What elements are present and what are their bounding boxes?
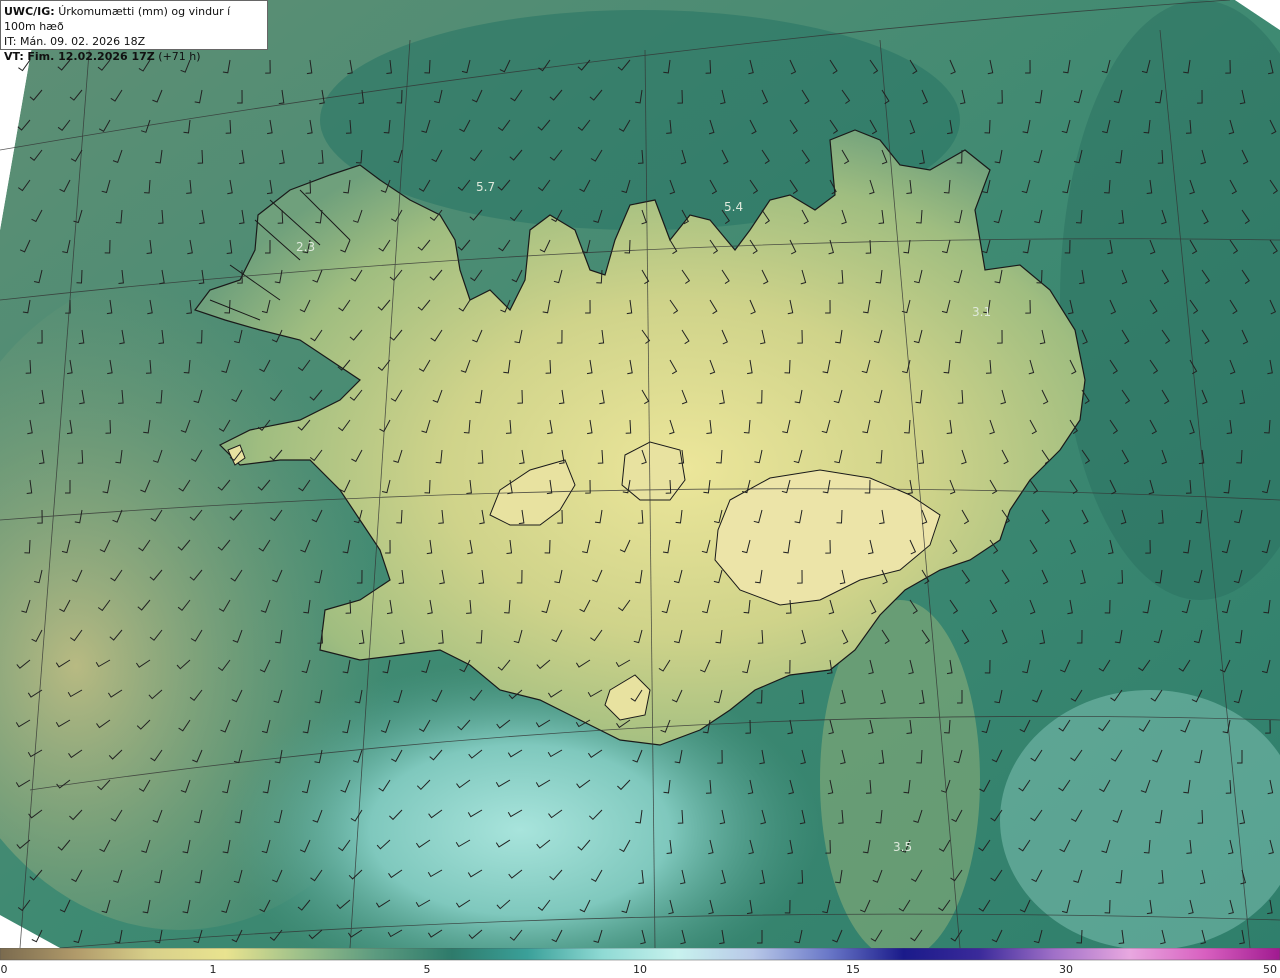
map-info-box: UWC/IG: Úrkomumætti (mm) og vindur í 100… [0,0,268,63]
title-line: UWC/IG: Úrkomumætti (mm) og vindur í 100… [4,4,264,34]
colorbar-tick: 5 [423,963,431,976]
value-label: 2.3 [296,240,316,254]
value-label: 3.5 [893,840,913,854]
lead-time: (+71 h) [158,50,201,63]
valid-prefix: VT: [4,50,24,63]
model-name: UWC/IG: [4,5,55,18]
colorbar-tick: 1 [209,963,217,976]
value-label: 5.4 [724,200,744,214]
colorbar-tick: 50 [1263,963,1277,976]
colorbar-tick: 15 [846,963,860,976]
precipitation-wind-map [0,0,1280,948]
value-label: 3.1 [972,305,992,319]
valid-line: VT: Fim. 12.02.2026 17Z (+71 h) [4,49,264,64]
valid-time: Fim. 12.02.2026 17Z [27,50,155,63]
value-label: 5.7 [476,180,496,194]
colorbar-tick: 0 [0,963,8,976]
colorbar-tick: 30 [1059,963,1073,976]
init-time: IT: Mán. 09. 02. 2026 18Z [4,35,146,48]
colorbar-tick: 10 [633,963,647,976]
